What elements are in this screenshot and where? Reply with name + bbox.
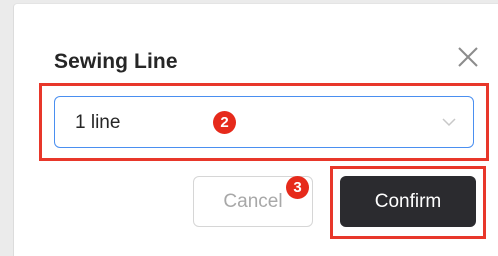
step-badge-3: 3 — [286, 176, 309, 199]
sewing-line-select[interactable]: 1 line — [54, 96, 474, 148]
close-button[interactable] — [455, 44, 481, 70]
select-value: 1 line — [75, 112, 121, 133]
step-badge-2: 2 — [213, 111, 236, 134]
chevron-down-icon — [442, 118, 456, 127]
confirm-button[interactable]: Confirm — [340, 176, 476, 227]
dialog-title: Sewing Line — [54, 50, 178, 73]
close-icon — [458, 47, 478, 67]
